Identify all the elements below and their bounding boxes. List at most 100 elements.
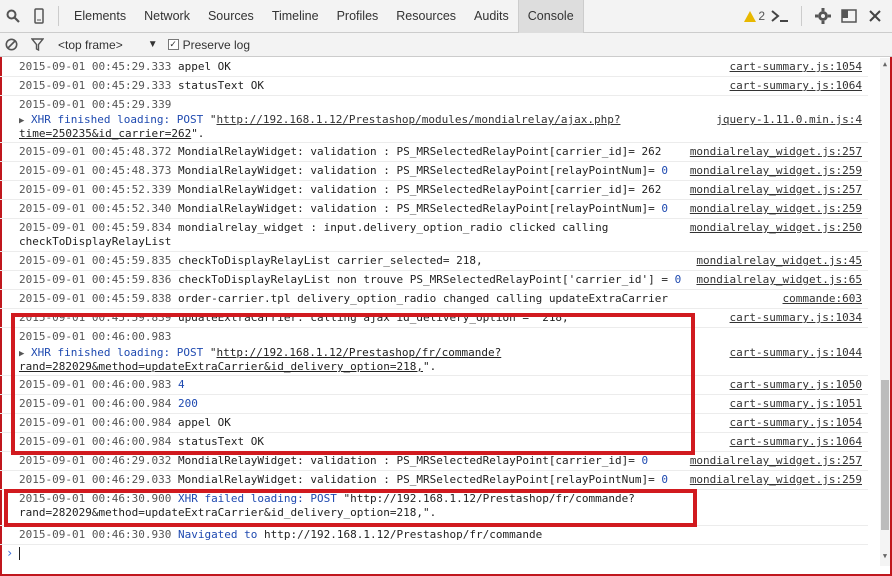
- timestamp: 2015-09-01 00:45:29.333: [19, 79, 172, 92]
- scroll-up-arrow-icon[interactable]: ▲: [881, 60, 889, 68]
- source-link[interactable]: cart-summary.js:1044: [730, 346, 862, 360]
- source-link[interactable]: mondialrelay_widget.js:257: [690, 454, 862, 468]
- tab-console[interactable]: Console: [517, 0, 584, 33]
- timestamp: 2015-09-01 00:46:00.984: [19, 397, 172, 410]
- timestamp: 2015-09-01 00:46:00.983: [19, 378, 172, 391]
- console-messages[interactable]: 2015-09-01 00:45:29.333 appel OK cart-su…: [0, 58, 880, 566]
- clear-console-icon[interactable]: [0, 34, 22, 56]
- source-link[interactable]: mondialrelay_widget.js:259: [690, 473, 862, 487]
- source-link[interactable]: cart-summary.js:1051: [730, 397, 862, 411]
- source-link[interactable]: cart-summary.js:1050: [730, 378, 862, 392]
- console-row: 2015-09-01 00:46:29.032 MondialRelayWidg…: [0, 452, 868, 471]
- xhr-failed-label: XHR failed loading: POST: [171, 492, 344, 505]
- frame-selector[interactable]: <top frame>: [58, 38, 123, 52]
- scroll-down-arrow-icon[interactable]: ▼: [881, 552, 889, 560]
- source-link[interactable]: cart-summary.js:1054: [730, 60, 862, 74]
- tab-timeline[interactable]: Timeline: [263, 0, 328, 33]
- console-row: 2015-09-01 00:46:00.984 appel OK cart-su…: [0, 414, 868, 433]
- navigated-label: Navigated to: [171, 528, 265, 541]
- console-row: 2015-09-01 00:45:52.339 MondialRelayWidg…: [0, 181, 868, 200]
- timestamp: 2015-09-01 00:46:29.032: [19, 454, 172, 467]
- source-link[interactable]: cart-summary.js:1054: [730, 416, 862, 430]
- timestamp: 2015-09-01 00:45:59.835: [19, 254, 172, 267]
- source-link[interactable]: mondialrelay_widget.js:45: [696, 254, 862, 268]
- warning-icon: [744, 10, 757, 22]
- console-row: 2015-09-01 00:45:52.340 MondialRelayWidg…: [0, 200, 868, 219]
- warning-counter[interactable]: 2: [744, 9, 765, 23]
- timestamp: 2015-09-01 00:46:00.984: [19, 435, 172, 448]
- message-text: checkToDisplayRelayList carrier_selected…: [171, 254, 483, 267]
- number-value: 0: [661, 202, 669, 215]
- source-link[interactable]: mondialrelay_widget.js:259: [690, 202, 862, 216]
- dock-side-icon[interactable]: [838, 5, 860, 27]
- message-text: MondialRelayWidget: validation : PS_MRSe…: [171, 202, 662, 215]
- source-link[interactable]: cart-summary.js:1034: [730, 311, 862, 325]
- warning-count: 2: [758, 9, 765, 23]
- message-text: statusText OK: [171, 435, 265, 448]
- timestamp: 2015-09-01 00:45:52.339: [19, 183, 172, 196]
- frame-dropdown-arrow-icon[interactable]: ▼: [148, 39, 158, 50]
- console-row: 2015-09-01 00:45:59.838 order-carrier.tp…: [0, 290, 868, 309]
- toolbar-right: 2: [744, 5, 892, 27]
- console-row: 2015-09-01 00:45:29.333 statusText OK ca…: [0, 77, 868, 96]
- message-text: MondialRelayWidget: validation : PS_MRSe…: [171, 145, 662, 158]
- console-row: 2015-09-01 00:45:48.372 MondialRelayWidg…: [0, 143, 868, 162]
- tab-elements[interactable]: Elements: [65, 0, 135, 33]
- console-prompt-icon: ›: [6, 546, 14, 560]
- source-link[interactable]: commande:603: [783, 292, 862, 306]
- console-row: 2015-09-01 00:45:59.835 checkToDisplayRe…: [0, 252, 868, 271]
- tab-sources[interactable]: Sources: [199, 0, 263, 33]
- source-link[interactable]: mondialrelay_widget.js:250: [690, 221, 862, 235]
- number-value: 0: [661, 164, 669, 177]
- tab-resources[interactable]: Resources: [387, 0, 465, 33]
- timestamp: 2015-09-01 00:45:59.834: [19, 221, 172, 234]
- number-value: 0: [661, 473, 669, 486]
- preserve-log-label: Preserve log: [182, 37, 250, 52]
- xhr-url-end: ".: [422, 360, 437, 373]
- settings-gear-icon[interactable]: [812, 5, 834, 27]
- tab-audits[interactable]: Audits: [465, 0, 518, 33]
- inspect-search-icon[interactable]: [2, 5, 24, 27]
- timestamp: 2015-09-01 00:45:59.836: [19, 273, 172, 286]
- xhr-url[interactable]: http://192.168.1.12/Prestashop/fr/comman…: [216, 346, 501, 359]
- message-text: MondialRelayWidget: validation : PS_MRSe…: [171, 164, 662, 177]
- console-row: 2015-09-01 00:46:29.033 MondialRelayWidg…: [0, 471, 868, 490]
- source-link[interactable]: cart-summary.js:1064: [730, 79, 862, 93]
- tab-profiles[interactable]: Profiles: [328, 0, 388, 33]
- expand-triangle-icon[interactable]: ▶: [19, 116, 24, 126]
- filter-icon[interactable]: [26, 34, 48, 56]
- xhr-url[interactable]: http://192.168.1.12/Prestashop/modules/m…: [216, 113, 620, 126]
- message-text: checkToDisplayRelayList non trouve PS_MR…: [171, 273, 675, 286]
- toolbar-divider-right: [801, 6, 802, 26]
- toolbar-divider: [58, 6, 59, 26]
- source-link[interactable]: jquery-1.11.0.min.js:4: [716, 113, 862, 127]
- number-value: 200: [177, 397, 198, 410]
- source-link[interactable]: mondialrelay_widget.js:257: [690, 183, 862, 197]
- timestamp: 2015-09-01 00:46:30.900: [19, 492, 172, 505]
- message-text: MondialRelayWidget: validation : PS_MRSe…: [171, 454, 642, 467]
- xhr-url-cont[interactable]: rand=282029&method=updateExtraCarrier&id…: [19, 360, 423, 373]
- message-text: appel OK: [171, 416, 231, 429]
- timestamp: 2015-09-01 00:46:29.033: [19, 473, 172, 486]
- device-mode-icon[interactable]: [28, 5, 50, 27]
- source-link[interactable]: cart-summary.js:1064: [730, 435, 862, 449]
- console-filter-bar: <top frame> ▼ ✓ Preserve log: [0, 33, 892, 57]
- tab-network[interactable]: Network: [135, 0, 199, 33]
- console-scrollbar-thumb[interactable]: [881, 380, 889, 530]
- navigated-url: http://192.168.1.12/Prestashop/fr/comman…: [264, 528, 543, 541]
- close-icon[interactable]: [864, 5, 886, 27]
- message-text: order-carrier.tpl delivery_option_radio …: [171, 292, 669, 305]
- number-value: 0: [641, 454, 649, 467]
- expand-triangle-icon[interactable]: ▶: [19, 349, 24, 359]
- console-row: 2015-09-01 00:45:59.836 checkToDisplayRe…: [0, 271, 868, 290]
- drawer-toggle-icon[interactable]: [769, 5, 791, 27]
- preserve-log-checkbox[interactable]: ✓: [167, 39, 179, 50]
- source-link[interactable]: mondialrelay_widget.js:65: [696, 273, 862, 287]
- xhr-failed-url-cont: rand=282029&method=updateExtraCarrier&id…: [19, 506, 437, 519]
- source-link[interactable]: mondialrelay_widget.js:259: [690, 164, 862, 178]
- console-input-caret[interactable]: [19, 547, 20, 560]
- xhr-url-cont[interactable]: time=250235&id_carrier=262: [19, 127, 191, 140]
- timestamp: 2015-09-01 00:45:29.339: [19, 98, 172, 111]
- timestamp: 2015-09-01 00:45:59.838: [19, 292, 172, 305]
- source-link[interactable]: mondialrelay_widget.js:257: [690, 145, 862, 159]
